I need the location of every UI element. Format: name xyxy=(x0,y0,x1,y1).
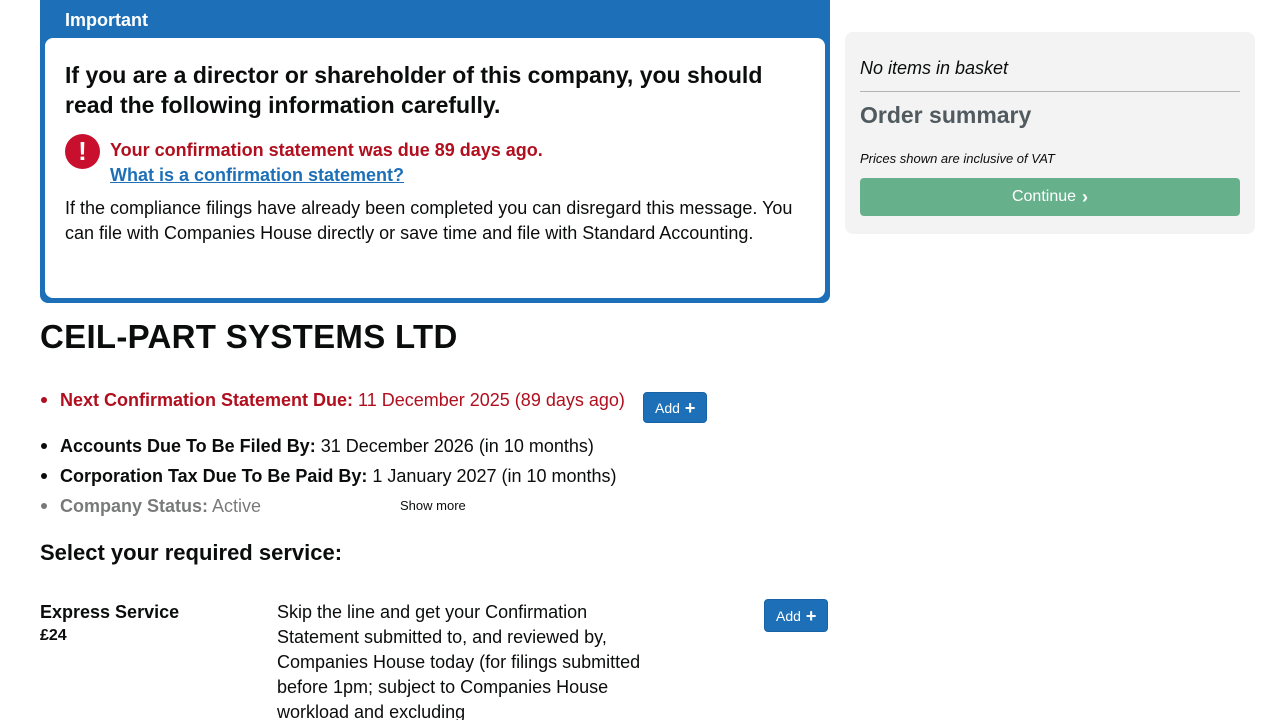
detail-label: Next Confirmation Statement Due: xyxy=(60,390,354,410)
company-details: Next Confirmation Statement Due: 11 Dece… xyxy=(40,385,830,521)
detail-value: 1 January 2027 (in 10 months) xyxy=(372,466,617,486)
detail-value: 11 December 2025 (89 days ago) xyxy=(358,390,625,410)
company-name: CEIL-PART SYSTEMS LTD xyxy=(40,318,458,355)
services-title: Select your required service: xyxy=(40,540,343,565)
detail-confirmation-due: Next Confirmation Statement Due: 11 Dece… xyxy=(40,385,830,431)
order-summary-title: Order summary xyxy=(860,102,1032,128)
continue-label: Continue xyxy=(1011,188,1077,205)
warning-text: Your confirmation statement was due 89 d… xyxy=(110,140,543,160)
add-confirmation-button[interactable]: Add + xyxy=(643,392,708,423)
detail-accounts-due: Accounts Due To Be Filed By: 31 December… xyxy=(40,431,830,461)
detail-value: Active xyxy=(212,496,262,516)
plus-icon: + xyxy=(805,605,817,626)
service-name: Express Service xyxy=(40,602,180,622)
warning-row: ! Your confirmation statement was due 89… xyxy=(65,134,805,188)
warning-icon: ! xyxy=(65,134,100,169)
service-description: Skip the line and get your Confirmation … xyxy=(277,602,641,720)
confirmation-statement-help-link[interactable]: What is a confirmation statement? xyxy=(110,163,543,188)
important-heading: If you are a director or shareholder of … xyxy=(65,62,763,118)
continue-button[interactable]: Continue › xyxy=(860,178,1240,216)
detail-label: Accounts Due To Be Filed By: xyxy=(60,436,316,456)
service-price: £24 xyxy=(40,627,67,644)
vat-note: Prices shown are inclusive of VAT xyxy=(860,151,1055,166)
important-note: If the compliance filings have already b… xyxy=(65,198,793,243)
basket-empty-text: No items in basket xyxy=(860,58,1240,92)
add-express-service-button[interactable]: Add + xyxy=(764,599,829,632)
chevron-right-icon: › xyxy=(1082,186,1089,207)
add-button-label: Add xyxy=(776,607,801,624)
show-more-button[interactable]: Show more xyxy=(400,498,466,513)
plus-icon: + xyxy=(684,397,696,418)
page: Important If you are a director or share… xyxy=(0,0,1280,720)
add-button-label: Add xyxy=(655,399,680,416)
important-banner-header: Important xyxy=(65,10,148,30)
important-banner-body: If you are a director or shareholder of … xyxy=(45,38,825,298)
detail-corporation-tax-due: Corporation Tax Due To Be Paid By: 1 Jan… xyxy=(40,461,830,491)
important-banner: Important If you are a director or share… xyxy=(40,0,830,303)
detail-label: Company Status: xyxy=(60,496,209,516)
basket-panel: No items in basket Order summary Prices … xyxy=(845,32,1255,234)
detail-label: Corporation Tax Due To Be Paid By: xyxy=(60,466,368,486)
warning-content: Your confirmation statement was due 89 d… xyxy=(110,138,543,188)
detail-value: 31 December 2026 (in 10 months) xyxy=(320,436,594,456)
